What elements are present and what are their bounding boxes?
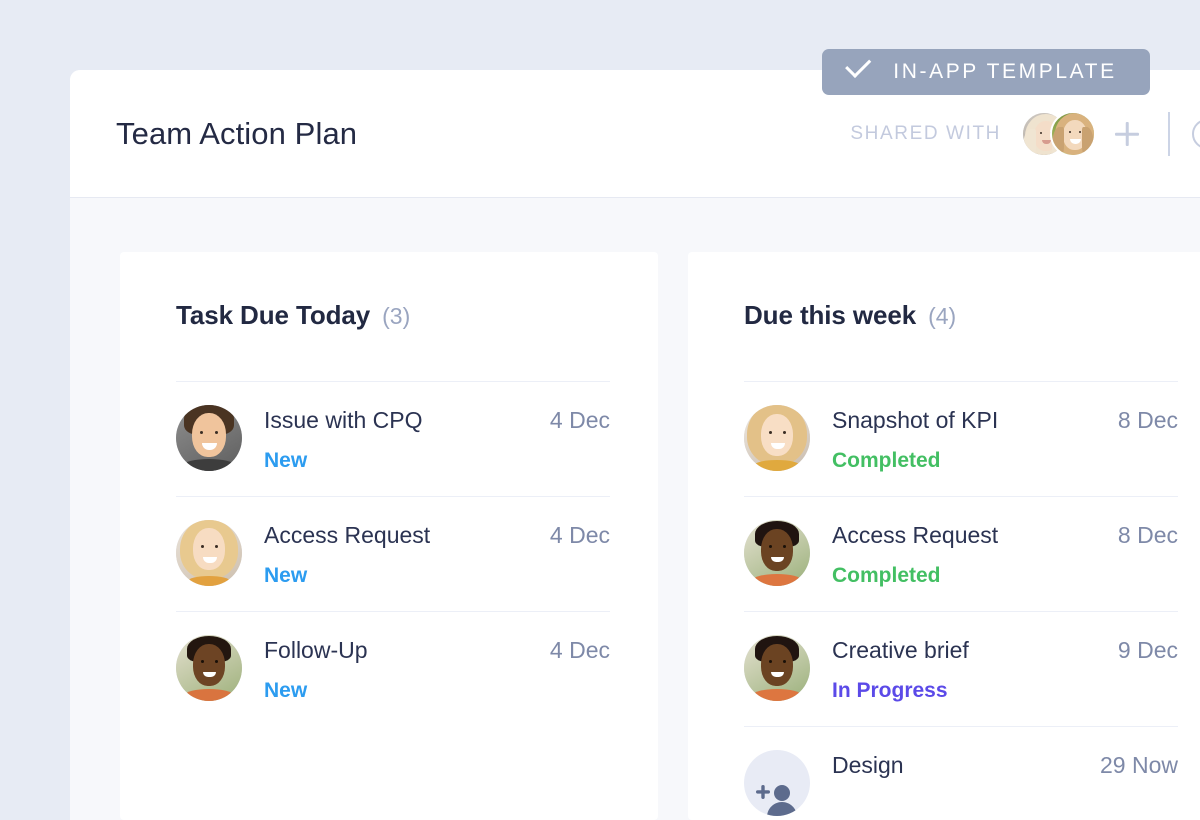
status-badge: New: [264, 449, 308, 472]
card-task-due-today: Task Due Today (3) Issue with CPQ New 4 …: [120, 252, 658, 820]
task-row[interactable]: Snapshot of KPI Completed 8 Dec: [744, 381, 1178, 496]
task-main: Access Request Completed: [832, 518, 1118, 591]
task-name: Creative brief: [832, 637, 969, 663]
task-name: Design: [832, 752, 904, 778]
task-row[interactable]: Creative brief In Progress 9 Dec: [744, 611, 1178, 726]
status-badge: Completed: [832, 564, 941, 587]
task-list: Issue with CPQ New 4 Dec Access Request …: [176, 381, 610, 726]
shared-with-label: SHARED WITH: [850, 123, 1001, 144]
card-count: (3): [382, 303, 411, 329]
task-date: 4 Dec: [549, 522, 610, 548]
task-name: Issue with CPQ: [264, 407, 423, 433]
avatar: [744, 520, 810, 586]
header-divider: [1168, 112, 1170, 156]
task-row[interactable]: Access Request Completed 8 Dec: [744, 496, 1178, 611]
task-main: Access Request New: [264, 518, 550, 591]
status-badge: New: [264, 564, 308, 587]
task-row[interactable]: Design 29 Now: [744, 726, 1178, 820]
task-row[interactable]: Follow-Up New 4 Dec: [176, 611, 610, 726]
avatar[interactable]: [1050, 111, 1096, 157]
task-list: Snapshot of KPI Completed 8 Dec Access R…: [744, 381, 1178, 820]
task-main: Creative brief In Progress: [832, 633, 1118, 706]
status-badge: Completed: [832, 449, 941, 472]
card-due-this-week: Due this week (4) Snapshot of KPI Comple…: [688, 252, 1200, 820]
avatar: [176, 520, 242, 586]
add-person-icon[interactable]: [1110, 117, 1144, 151]
add-person-icon[interactable]: [744, 750, 810, 816]
card-title: Task Due Today: [176, 300, 371, 330]
status-badge: In Progress: [832, 679, 948, 702]
avatar: [176, 635, 242, 701]
page-title: Team Action Plan: [116, 115, 358, 151]
avatar: [176, 405, 242, 471]
check-icon: [855, 64, 877, 77]
task-main: Design: [832, 748, 1100, 780]
task-name: Snapshot of KPI: [832, 407, 999, 433]
app-body: Task Due Today (3) Issue with CPQ New 4 …: [70, 198, 1200, 820]
task-name: Access Request: [832, 522, 999, 548]
task-date: 4 Dec: [549, 407, 610, 433]
task-main: Snapshot of KPI Completed: [832, 403, 1118, 476]
task-date: 4 Dec: [549, 637, 610, 663]
shared-avatar-stack[interactable]: [1021, 111, 1096, 157]
task-date: 9 Dec: [1117, 637, 1178, 663]
avatar: [744, 635, 810, 701]
badge-label: IN-APP TEMPLATE: [893, 60, 1117, 83]
task-row[interactable]: Issue with CPQ New 4 Dec: [176, 381, 610, 496]
card-header: Task Due Today (3): [176, 300, 610, 331]
app-window: Team Action Plan SHARED WITH Task Due To…: [70, 70, 1200, 820]
screen: Team Action Plan SHARED WITH Task Due To…: [0, 0, 1200, 820]
in-app-template-badge: IN-APP TEMPLATE: [822, 49, 1150, 95]
task-date: 29 Now: [1100, 752, 1178, 778]
task-main: Issue with CPQ New: [264, 403, 550, 476]
card-count: (4): [928, 303, 957, 329]
task-date: 8 Dec: [1117, 522, 1178, 548]
card-header: Due this week (4): [744, 300, 1178, 331]
task-name: Access Request: [264, 522, 431, 548]
card-title: Due this week: [744, 300, 917, 330]
task-main: Follow-Up New: [264, 633, 550, 706]
status-badge: New: [264, 679, 308, 702]
more-options-icon[interactable]: [1192, 119, 1200, 149]
task-row[interactable]: Access Request New 4 Dec: [176, 496, 610, 611]
task-name: Follow-Up: [264, 637, 368, 663]
task-date: 8 Dec: [1117, 407, 1178, 433]
avatar: [744, 405, 810, 471]
